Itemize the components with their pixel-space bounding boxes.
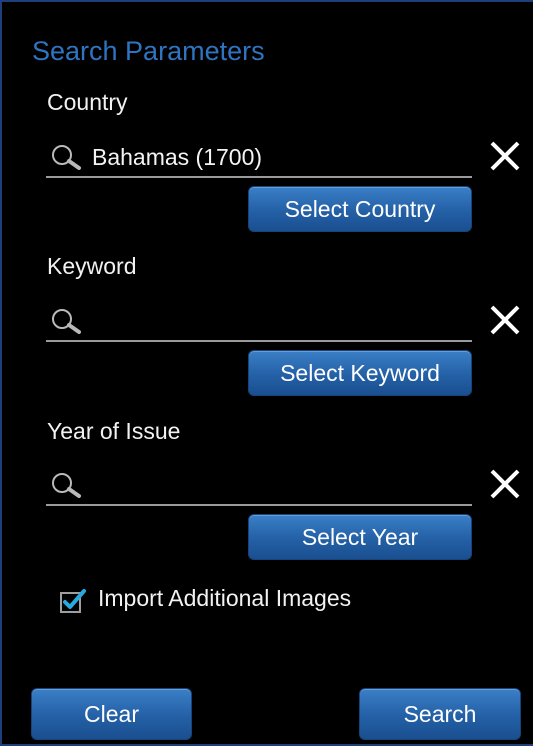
country-label: Country <box>47 89 128 115</box>
import-images-checkbox[interactable] <box>60 588 86 614</box>
year-label: Year of Issue <box>47 418 181 444</box>
keyword-field[interactable] <box>46 300 472 342</box>
select-year-button[interactable]: Select Year <box>248 514 472 560</box>
clear-button[interactable]: Clear <box>31 688 192 740</box>
select-country-button[interactable]: Select Country <box>248 186 472 232</box>
search-button[interactable]: Search <box>359 688 521 740</box>
keyword-label: Keyword <box>47 253 137 279</box>
search-icon <box>52 145 81 170</box>
page-title: Search Parameters <box>32 36 265 66</box>
select-keyword-button[interactable]: Select Keyword <box>248 350 472 396</box>
clear-year-icon[interactable] <box>489 468 521 500</box>
year-field[interactable] <box>46 464 472 506</box>
import-images-label: Import Additional Images <box>98 585 352 611</box>
clear-keyword-icon[interactable] <box>489 304 521 336</box>
search-icon <box>52 309 81 334</box>
search-parameters-panel: Search Parameters Country Bahamas (1700)… <box>0 0 533 746</box>
search-icon <box>52 473 81 498</box>
country-value: Bahamas (1700) <box>92 144 263 170</box>
clear-country-icon[interactable] <box>489 140 521 172</box>
country-field[interactable]: Bahamas (1700) <box>46 136 472 178</box>
